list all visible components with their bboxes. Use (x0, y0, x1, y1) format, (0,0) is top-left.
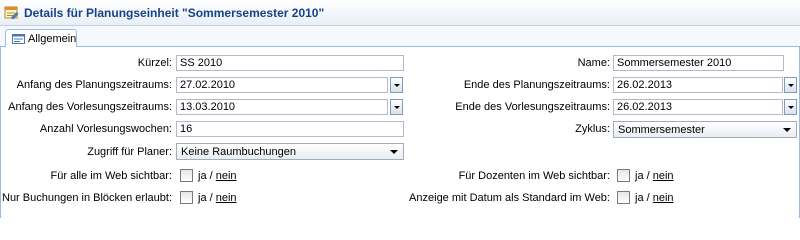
bloecke-nein-link[interactable]: nein (216, 192, 237, 204)
name-field[interactable]: Sommersemester 2010 (613, 55, 784, 71)
zyklus-select[interactable]: Sommersemester (613, 121, 797, 138)
anzahl-wochen-label: Anzahl Vorlesungswochen: (39, 123, 172, 135)
calendar-edit-icon (4, 6, 19, 20)
web-alle-toggle: ja / nein (198, 170, 237, 182)
web-dozenten-nein-link[interactable]: nein (653, 170, 674, 182)
tab-allgemein[interactable]: Allgemein (5, 29, 77, 48)
bloecke-ja-text: ja (198, 192, 207, 204)
window-title: Details für Planungseinheit "Sommersemes… (24, 6, 325, 20)
form-panel: Kürzel: SS 2010 Name: Sommersemester 201… (0, 47, 800, 218)
bloecke-checkbox[interactable] (180, 191, 193, 204)
name-label: Name: (577, 57, 610, 69)
web-dozenten-ja-text: ja (635, 170, 644, 182)
datum-standard-label: Anzeige mit Datum als Standard im Web: (409, 192, 610, 204)
anfang-planung-label: Anfang des Planungszeitraums: (16, 79, 172, 91)
ende-planung-date-trigger[interactable] (784, 77, 797, 93)
tab-strip: Allgemein (0, 26, 800, 48)
anfang-vorlesung-label: Anfang des Vorlesungszeitraums: (8, 101, 172, 113)
anfang-planung-date-trigger[interactable] (390, 77, 403, 93)
web-alle-ja-text: ja (198, 170, 207, 182)
ende-vorlesung-label: Ende des Vorlesungszeitraums: (455, 101, 610, 113)
web-dozenten-separator: / (646, 170, 650, 182)
anzahl-wochen-field[interactable]: 16 (176, 121, 404, 137)
web-alle-checkbox[interactable] (180, 169, 193, 182)
web-alle-separator: / (209, 170, 213, 182)
bloecke-label: Nur Buchungen in Blöcken erlaubt: (2, 192, 172, 204)
datum-standard-nein-link[interactable]: nein (653, 192, 674, 204)
kuerzel-field[interactable]: SS 2010 (176, 55, 404, 71)
datum-standard-checkbox[interactable] (617, 191, 630, 204)
datum-standard-separator: / (646, 192, 650, 204)
kuerzel-label: Kürzel: (137, 57, 172, 69)
anfang-planung-field[interactable]: 27.02.2010 (176, 77, 388, 93)
form-tab-icon (12, 34, 25, 44)
web-alle-label: Für alle im Web sichtbar: (50, 170, 172, 182)
zyklus-label: Zyklus: (575, 123, 610, 135)
zugriff-label: Zugriff für Planer: (87, 146, 172, 158)
bloecke-separator: / (209, 192, 213, 204)
bloecke-toggle: ja / nein (198, 192, 237, 204)
window-titlebar: Details für Planungseinheit "Sommersemes… (0, 0, 800, 26)
datum-standard-ja-text: ja (635, 192, 644, 204)
web-alle-nein-link[interactable]: nein (216, 170, 237, 182)
datum-standard-toggle: ja / nein (635, 192, 674, 204)
zugriff-select[interactable]: Keine Raumbuchungen (176, 143, 404, 160)
web-dozenten-label: Für Dozenten im Web sichtbar: (458, 170, 610, 182)
ende-planung-field[interactable]: 26.02.2013 (613, 77, 783, 93)
anfang-vorlesung-field[interactable]: 13.03.2010 (176, 99, 388, 115)
web-dozenten-checkbox[interactable] (617, 169, 630, 182)
ende-vorlesung-date-trigger[interactable] (784, 99, 797, 115)
anfang-vorlesung-date-trigger[interactable] (390, 99, 403, 115)
web-dozenten-toggle: ja / nein (635, 170, 674, 182)
ende-planung-label: Ende des Planungszeitraums: (463, 79, 610, 91)
ende-vorlesung-field[interactable]: 26.02.2013 (613, 99, 783, 115)
tab-label: Allgemein (28, 33, 77, 45)
